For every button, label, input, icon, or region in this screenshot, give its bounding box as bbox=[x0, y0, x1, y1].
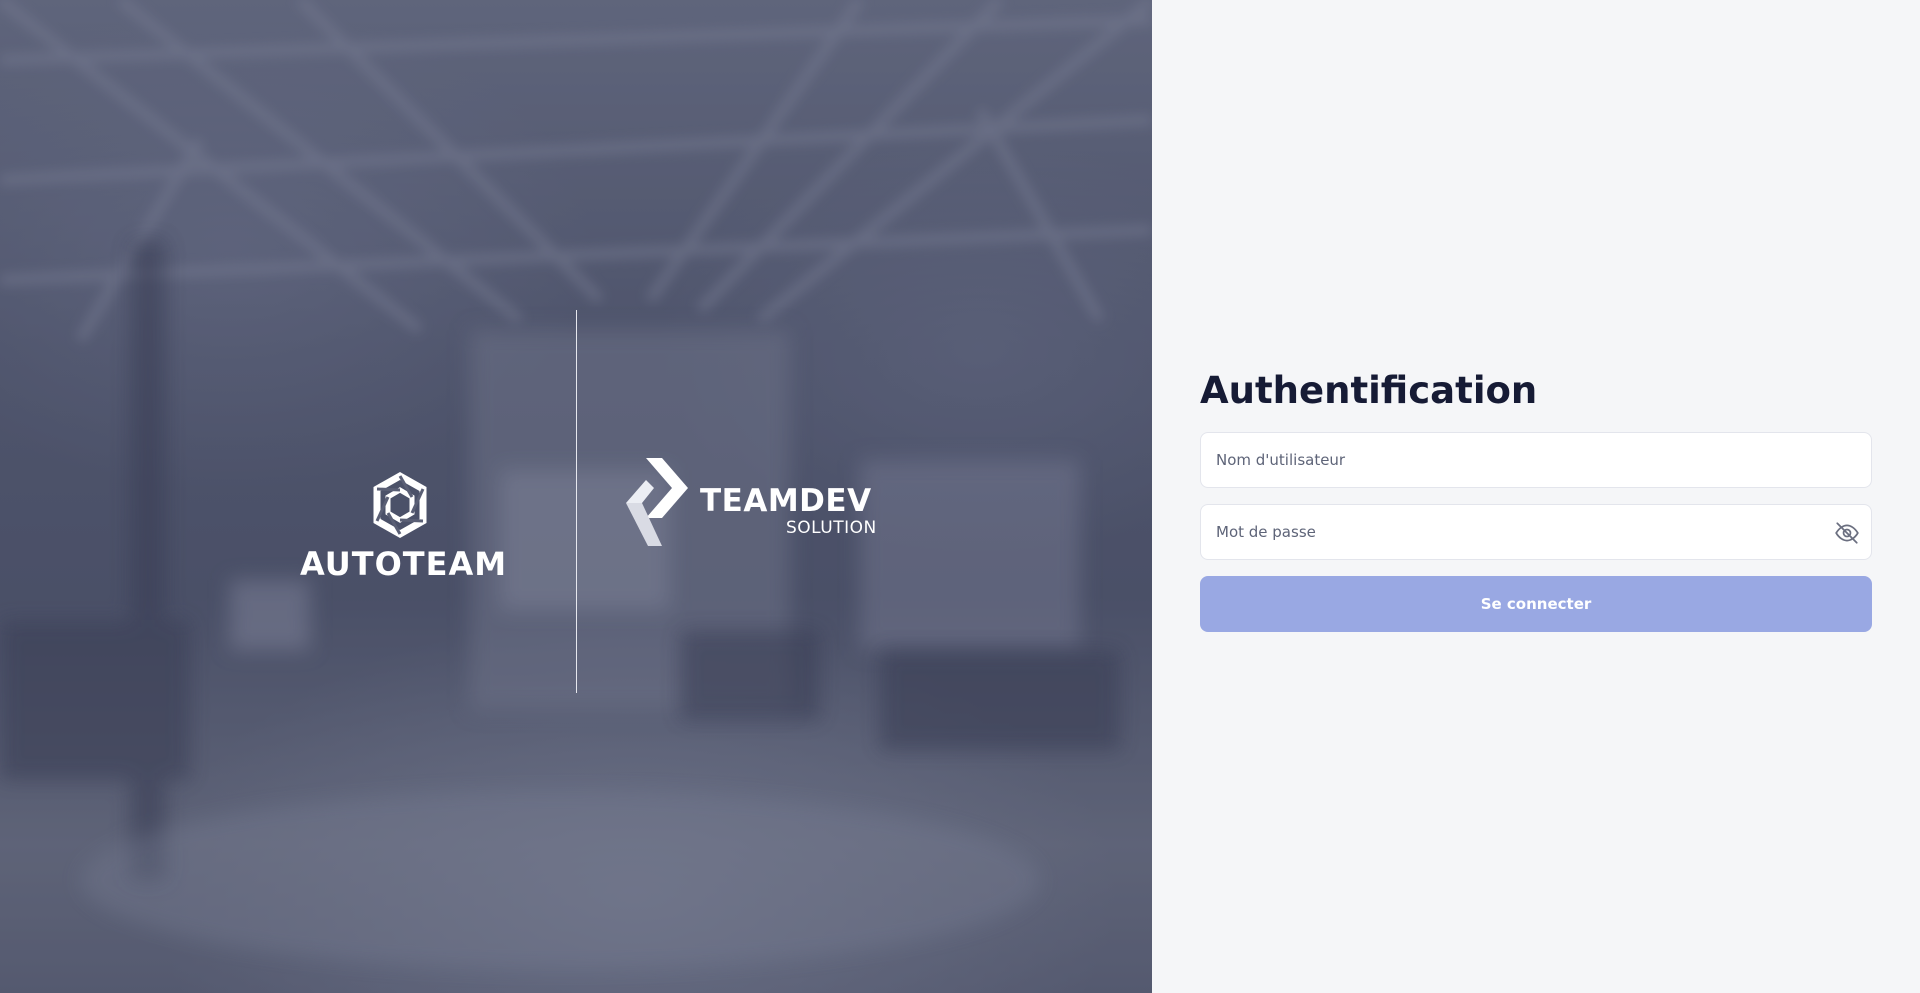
login-form: Authentification Se connecter bbox=[1200, 368, 1872, 632]
teamdev-logo: TEAMDEV SOLUTION bbox=[626, 458, 886, 548]
hero-panel: AUTOTEAM TEAMDEV SOLUTION bbox=[0, 0, 1152, 993]
autoteam-logo: AUTOTEAM bbox=[300, 470, 508, 583]
teamdev-logo-mark-icon bbox=[626, 458, 688, 546]
password-input[interactable] bbox=[1201, 505, 1871, 559]
login-page: AUTOTEAM TEAMDEV SOLUTION Authentificati… bbox=[0, 0, 1920, 993]
teamdev-logo-subtitle: SOLUTION bbox=[786, 518, 877, 538]
autoteam-logo-mark-icon bbox=[373, 471, 427, 539]
logo-divider bbox=[576, 310, 577, 693]
login-panel: Authentification Se connecter bbox=[1152, 0, 1920, 993]
autoteam-logo-text: AUTOTEAM bbox=[300, 545, 508, 583]
username-field bbox=[1200, 432, 1872, 488]
page-title: Authentification bbox=[1200, 369, 1538, 412]
login-button[interactable]: Se connecter bbox=[1200, 576, 1872, 632]
teamdev-logo-text: TEAMDEV bbox=[700, 483, 872, 519]
password-field bbox=[1200, 504, 1872, 560]
eye-slash-icon[interactable] bbox=[1833, 519, 1861, 547]
username-input[interactable] bbox=[1201, 433, 1871, 487]
